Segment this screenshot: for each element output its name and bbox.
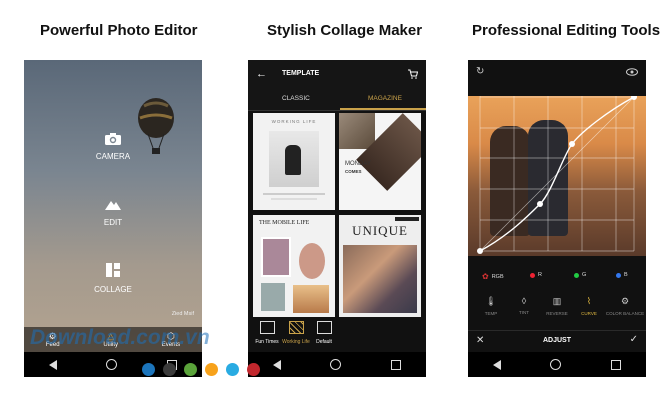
curve-point[interactable] bbox=[477, 248, 483, 254]
channel-g-label: G bbox=[582, 272, 587, 278]
tool-reverse-label: REVERSE bbox=[546, 311, 568, 316]
channel-r-label: R bbox=[538, 272, 542, 278]
category-default[interactable]: Default bbox=[310, 321, 338, 345]
card-working-life-title: WORKING LIFE bbox=[271, 119, 317, 124]
category-fun-times-label: Fun Times bbox=[255, 339, 279, 345]
home-icon[interactable] bbox=[550, 359, 562, 370]
watermark-dot bbox=[163, 363, 176, 376]
home-icon[interactable] bbox=[330, 359, 342, 370]
tool-temp-label: TEMP bbox=[484, 311, 498, 316]
collage-label: COLLAGE bbox=[94, 285, 132, 294]
caption-collage-maker: Stylish Collage Maker bbox=[267, 22, 423, 39]
camera-icon bbox=[105, 133, 121, 145]
category-fun-times[interactable]: Fun Times bbox=[252, 321, 282, 345]
caption-photo-editor: Powerful Photo Editor bbox=[40, 22, 198, 39]
tool-curve-label: CURVE bbox=[581, 311, 597, 316]
card-mobile-life-title: THE MOBILE LIFE bbox=[259, 220, 310, 226]
drop-icon: ◊ bbox=[521, 296, 527, 306]
check-icon[interactable]: ✓ bbox=[630, 334, 638, 345]
curve-point[interactable] bbox=[569, 141, 575, 147]
edited-photo bbox=[468, 96, 646, 256]
photo-credit: Zied Msif bbox=[171, 311, 194, 317]
phone-template-screen: ← TEMPLATE CLASSIC MAGAZINE WORKING LIFE… bbox=[248, 60, 426, 377]
back-arrow-icon[interactable]: ← bbox=[256, 68, 267, 80]
channel-r[interactable]: R bbox=[530, 272, 542, 278]
download-watermark: Download.com.vn bbox=[30, 326, 210, 349]
adjust-bar: ✕ ADJUST ✓ bbox=[468, 330, 646, 353]
tool-tint[interactable]: ◊ TINT bbox=[507, 296, 541, 315]
edit-menu-item[interactable]: EDIT bbox=[24, 198, 202, 227]
channel-rgb-label: RGB bbox=[491, 273, 504, 280]
collage-menu-item[interactable]: COLLAGE bbox=[24, 262, 202, 294]
template-title: TEMPLATE bbox=[282, 70, 320, 77]
card-photo-small bbox=[339, 113, 375, 149]
watermark-dot bbox=[247, 363, 260, 376]
tool-reverse[interactable]: ▥ REVERSE bbox=[540, 296, 574, 316]
channel-g[interactable]: G bbox=[574, 272, 586, 278]
collage-grid-icon bbox=[106, 263, 120, 277]
edit-label: EDIT bbox=[103, 218, 123, 227]
template-tabs: CLASSIC MAGAZINE bbox=[248, 88, 426, 111]
thermometer-icon: 🌡︎ bbox=[485, 296, 497, 306]
android-nav-bar bbox=[248, 352, 426, 377]
template-card-monday[interactable]: MONDAY COMES bbox=[339, 113, 421, 210]
camera-menu-item[interactable]: CAMERA bbox=[24, 132, 202, 161]
red-dot-icon bbox=[530, 272, 535, 278]
curve-grid[interactable] bbox=[468, 96, 646, 256]
android-nav-bar bbox=[468, 352, 646, 377]
green-dot-icon bbox=[574, 272, 579, 278]
cart-icon[interactable] bbox=[407, 69, 418, 79]
tool-color-balance[interactable]: ⚙ COLOR BALANCE bbox=[605, 296, 645, 316]
phone-curve-editor: ↻ ✿ RGB R G B 🌡︎ TEMP ◊ TINT ▥ REVERSE ⌇… bbox=[468, 60, 646, 377]
tab-magazine[interactable]: MAGAZINE bbox=[368, 95, 402, 102]
watermark-dot bbox=[184, 363, 197, 376]
tool-tint-label: TINT bbox=[519, 310, 529, 315]
tool-color-balance-label: COLOR BALANCE bbox=[605, 311, 645, 316]
camera-label: CAMERA bbox=[95, 152, 131, 161]
category-working-life-label: Working Life bbox=[282, 339, 310, 345]
template-category-bar: Fun Times Working Life Default bbox=[248, 317, 426, 352]
back-icon[interactable] bbox=[272, 359, 281, 370]
caption-editing-tools: Professional Editing Tools bbox=[472, 22, 661, 39]
category-default-label: Default bbox=[316, 339, 332, 345]
eye-icon[interactable] bbox=[626, 68, 638, 76]
template-card-mobile-life[interactable]: THE MOBILE LIFE bbox=[253, 215, 335, 317]
recent-apps-icon[interactable] bbox=[611, 359, 622, 370]
recent-apps-icon[interactable] bbox=[391, 359, 402, 370]
tab-indicator bbox=[340, 108, 426, 110]
back-icon[interactable] bbox=[492, 359, 501, 370]
tool-curve[interactable]: ⌇ CURVE bbox=[572, 296, 606, 316]
card-photo bbox=[269, 131, 319, 187]
curve-icon: ⌇ bbox=[586, 296, 592, 306]
tool-temp[interactable]: 🌡︎ TEMP bbox=[474, 296, 508, 316]
channel-b-label: B bbox=[624, 272, 628, 278]
blue-dot-icon bbox=[616, 272, 621, 278]
channel-rgb[interactable]: ✿ RGB bbox=[482, 272, 504, 281]
back-icon[interactable] bbox=[48, 359, 57, 370]
watermark-dot bbox=[226, 363, 239, 376]
card-unique-title: UNIQUE bbox=[352, 223, 408, 238]
adjust-title: ADJUST bbox=[542, 337, 571, 344]
card-monday-title: MONDAY bbox=[345, 161, 371, 167]
reverse-icon: ▥ bbox=[552, 296, 562, 306]
color-balance-icon: ⚙ bbox=[620, 296, 630, 306]
template-header: ← TEMPLATE bbox=[248, 60, 426, 88]
android-nav-bar bbox=[24, 352, 202, 377]
watermark-dot bbox=[142, 363, 155, 376]
tab-classic[interactable]: CLASSIC bbox=[282, 95, 310, 102]
mountain-icon bbox=[105, 201, 121, 210]
curve-point[interactable] bbox=[537, 201, 543, 207]
category-working-life[interactable]: Working Life bbox=[279, 321, 313, 345]
channel-b[interactable]: B bbox=[616, 272, 628, 278]
watermark-dot bbox=[205, 363, 218, 376]
card-monday-subtitle: COMES bbox=[345, 169, 362, 174]
rgb-channel-icon: ✿ bbox=[482, 272, 489, 281]
reset-icon[interactable]: ↻ bbox=[476, 66, 484, 77]
home-icon[interactable] bbox=[106, 359, 118, 370]
template-card-working-life[interactable]: WORKING LIFE bbox=[253, 113, 335, 210]
template-card-unique[interactable]: UNIQUE bbox=[339, 215, 421, 317]
card-unique-photo bbox=[343, 245, 417, 313]
